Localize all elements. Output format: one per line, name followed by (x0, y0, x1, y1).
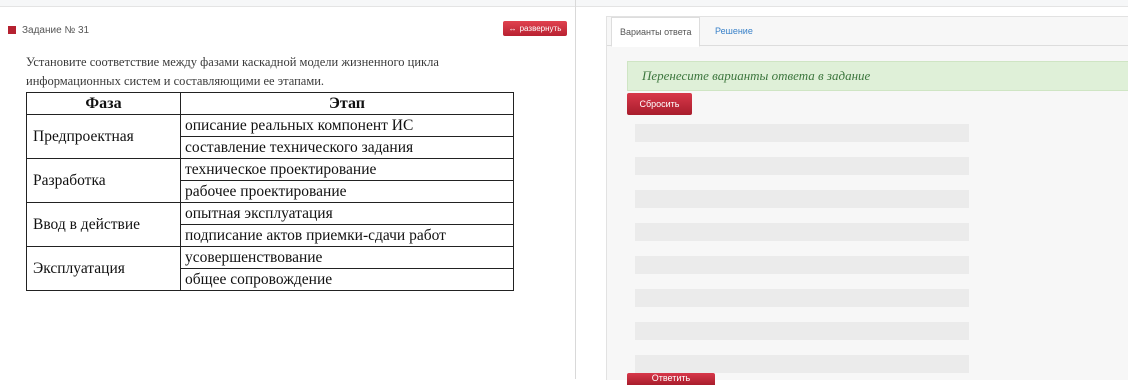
answer-slot[interactable] (635, 289, 969, 307)
table-row: Разработка техническое проектирование (26, 158, 514, 203)
answer-slot[interactable] (635, 223, 969, 241)
top-bar (0, 0, 1128, 7)
table-row: Предпроектная описание реальных компонен… (26, 114, 514, 159)
stage-cell: техническое проектирование (180, 158, 514, 181)
panel-divider (575, 0, 576, 379)
answer-slots (635, 124, 969, 388)
answer-slot[interactable] (635, 157, 969, 175)
reset-button[interactable]: Сбросить (627, 93, 692, 115)
answer-slot[interactable] (635, 124, 969, 142)
phase-cell: Разработка (26, 158, 181, 203)
matching-table: Фаза Этап Предпроектная описание реальны… (26, 92, 514, 291)
column-header-stage: Этап (180, 92, 514, 115)
task-panel: Задание № 31 ↔ развернуть Установите соо… (0, 8, 574, 379)
hint-message: Перенесите варианты ответа в задание (627, 61, 1128, 91)
phase-cell: Предпроектная (26, 114, 181, 159)
phase-cell: Эксплуатация (26, 246, 181, 291)
task-title: Задание № 31 (22, 24, 90, 36)
table-row: Ввод в действие опытная эксплуатация (26, 202, 514, 247)
stage-cell: опытная эксплуатация (180, 202, 514, 225)
expand-arrows-icon: ↔ (508, 23, 517, 33)
stage-cell: рабочее проектирование (180, 180, 514, 203)
task-marker-icon (8, 26, 16, 34)
submit-button[interactable]: Ответить (627, 373, 715, 385)
stage-cell: составление технического задания (180, 136, 514, 159)
stage-cell: описание реальных компонент ИС (180, 114, 514, 137)
stage-cell: подписание актов приемки-сдачи работ (180, 224, 514, 247)
table-header-row: Фаза Этап (26, 92, 514, 115)
phase-cell: Ввод в действие (26, 202, 181, 247)
answer-slot[interactable] (635, 190, 969, 208)
stage-cell: усовершенствование (180, 246, 514, 269)
stage-cell: общее сопровождение (180, 268, 514, 291)
expand-button-label: развернуть (519, 24, 562, 33)
answer-slot[interactable] (635, 322, 969, 340)
answer-slot[interactable] (635, 355, 969, 373)
table-row: Эксплуатация усовершенствование (26, 246, 514, 291)
tab-solution[interactable]: Решение (707, 17, 761, 45)
tab-answer-options[interactable]: Варианты ответа (611, 17, 701, 47)
answer-tabs: Варианты ответа Решение (607, 17, 1128, 47)
question-text: Установите соответствие между фазами кас… (26, 55, 439, 88)
task-header: Задание № 31 (8, 22, 89, 38)
column-header-phase: Фаза (26, 92, 181, 115)
expand-button[interactable]: ↔ развернуть (503, 21, 567, 36)
answer-slot[interactable] (635, 256, 969, 274)
answer-panel: Варианты ответа Решение Перенесите вариа… (606, 16, 1128, 385)
